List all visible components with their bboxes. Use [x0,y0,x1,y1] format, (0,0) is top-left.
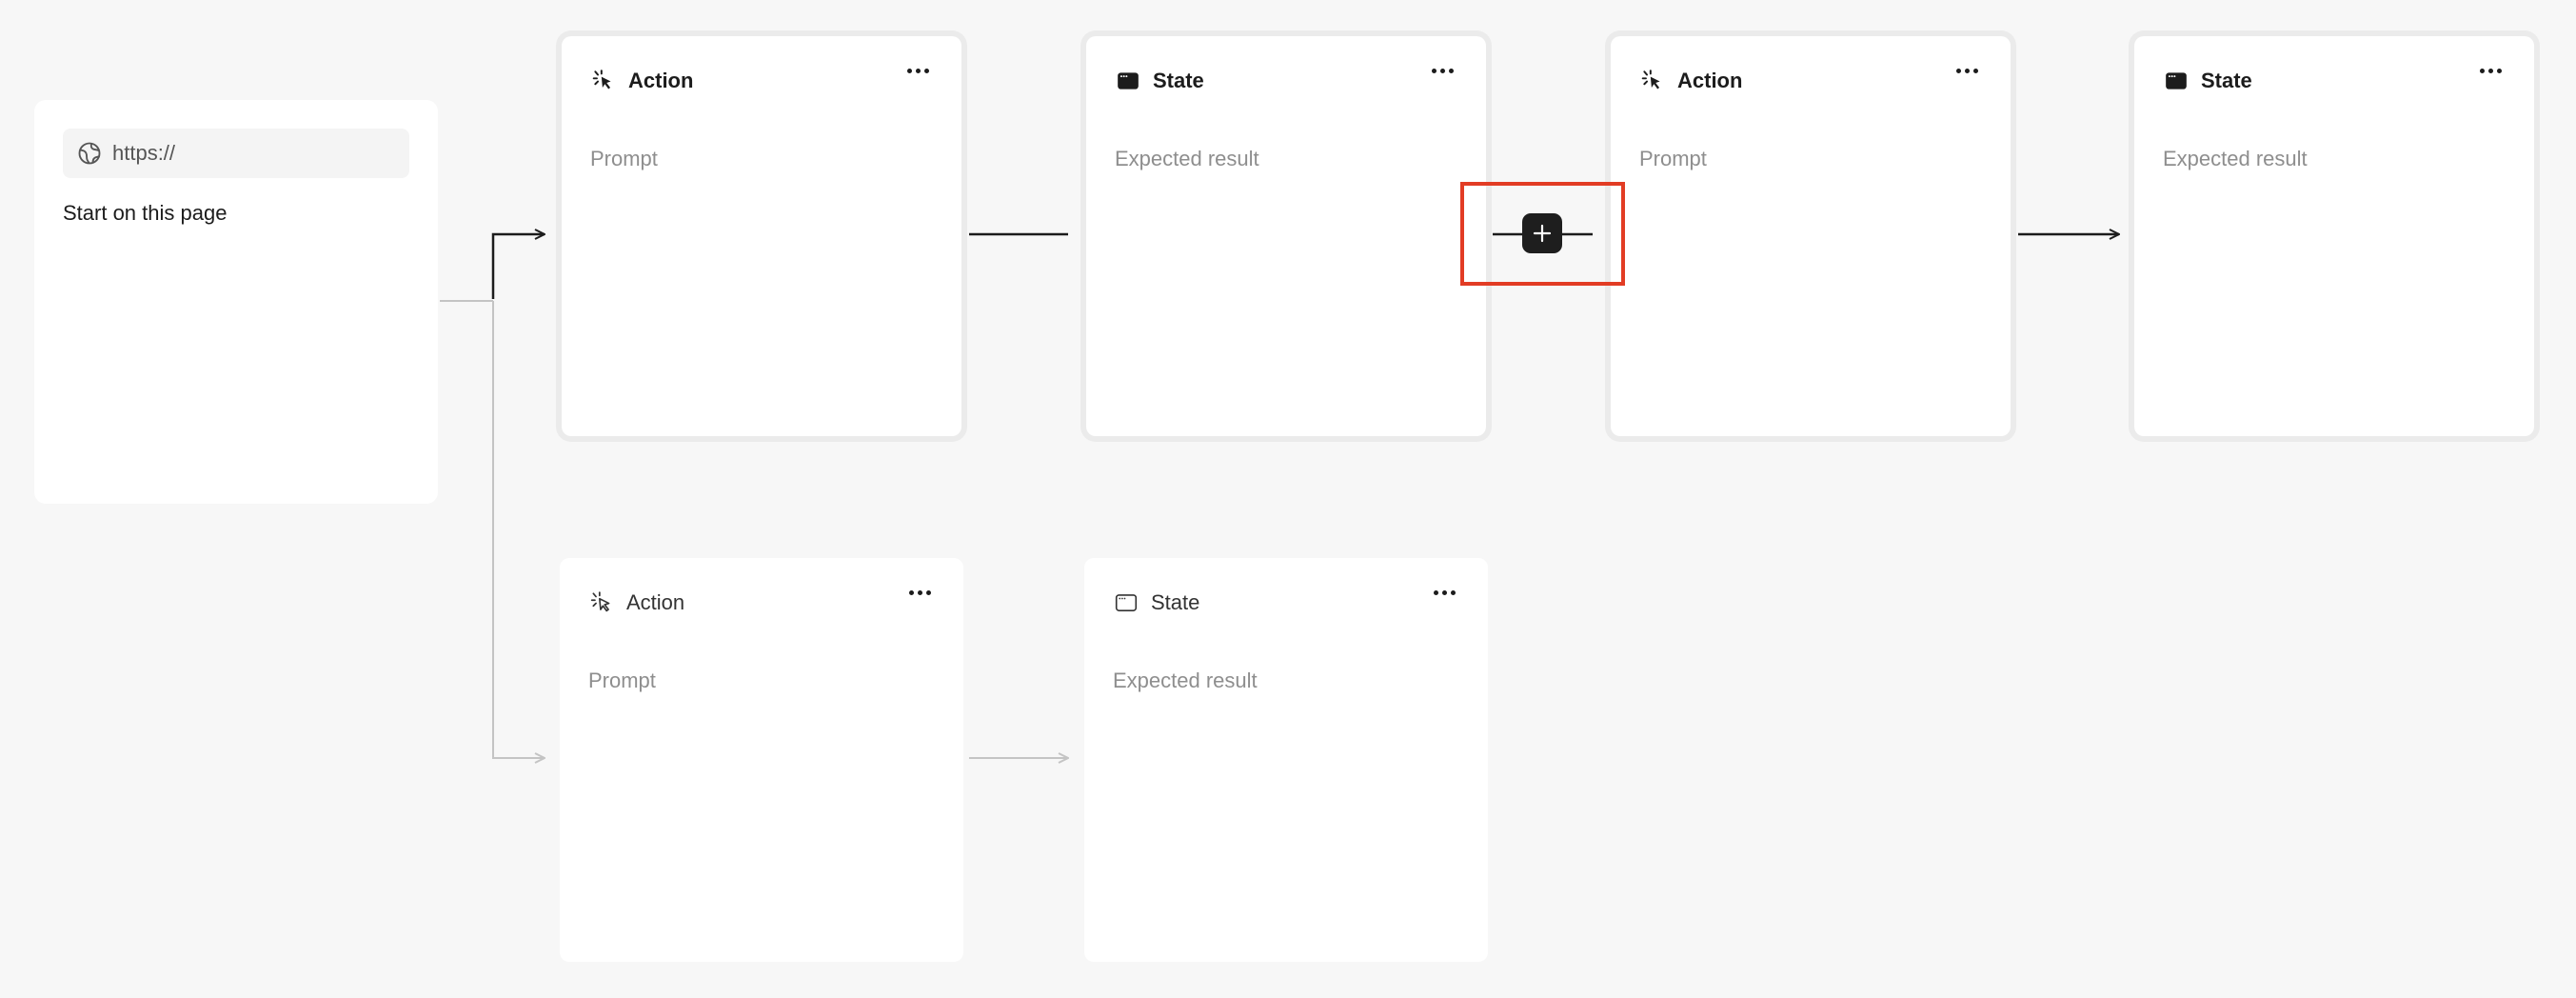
expected-result-input[interactable]: Expected result [1115,147,1259,171]
more-horizontal-icon[interactable] [1425,581,1463,604]
node-header: State [2163,67,2252,95]
node-top-action-1-wrapper: Action Prompt [556,30,967,442]
node-header: Action [1639,67,1742,95]
start-page-card[interactable]: https:// Start on this page [34,100,438,504]
more-horizontal-icon[interactable] [1423,59,1461,82]
node-title: State [1151,590,1200,614]
browser-window-icon [2163,68,2190,94]
node-title: Action [628,69,694,92]
connector-start-to-bottom-action [492,301,545,758]
more-horizontal-icon[interactable] [1948,59,1986,82]
add-step-button[interactable] [1522,213,1562,253]
browser-window-icon [1115,68,1141,94]
more-horizontal-icon[interactable] [899,59,937,82]
prompt-input[interactable]: Prompt [590,147,658,171]
cursor-click-icon [1639,68,1666,94]
flow-canvas[interactable]: https:// Start on this page Action Promp… [0,0,2576,998]
browser-window-icon [1113,589,1139,616]
globe-icon [76,140,103,167]
node-bottom-state[interactable]: State Expected result [1084,558,1488,962]
more-horizontal-icon[interactable] [901,581,939,604]
prompt-input[interactable]: Prompt [1639,147,1707,171]
connector-start-to-top-action [491,234,545,299]
start-url-field[interactable]: https:// [63,129,409,178]
node-title: State [1153,69,1204,92]
start-caption: Start on this page [63,201,228,225]
cursor-click-icon [590,68,617,94]
node-top-action-1[interactable]: Action Prompt [562,36,961,436]
node-top-action-2[interactable]: Action Prompt [1611,36,2011,436]
node-top-state-2-wrapper: State Expected result [2129,30,2540,442]
node-title: State [2201,69,2252,92]
start-url-value: https:// [112,141,176,165]
expected-result-input[interactable]: Expected result [2163,147,2308,171]
expected-result-input[interactable]: Expected result [1113,669,1258,693]
node-top-state-2[interactable]: State Expected result [2134,36,2534,436]
node-header: Action [588,589,684,617]
node-header: State [1115,67,1204,95]
node-top-action-2-wrapper: Action Prompt [1605,30,2016,442]
node-bottom-action[interactable]: Action Prompt [560,558,963,962]
cursor-click-icon [588,589,615,616]
node-title: Action [626,590,685,614]
prompt-input[interactable]: Prompt [588,669,656,693]
more-horizontal-icon[interactable] [2471,59,2509,82]
plus-icon [1532,223,1553,244]
node-header: Action [590,67,693,95]
node-header: State [1113,589,1199,617]
node-top-state-1[interactable]: State Expected result [1086,36,1486,436]
node-title: Action [1677,69,1743,92]
node-top-state-1-wrapper: State Expected result [1080,30,1492,442]
